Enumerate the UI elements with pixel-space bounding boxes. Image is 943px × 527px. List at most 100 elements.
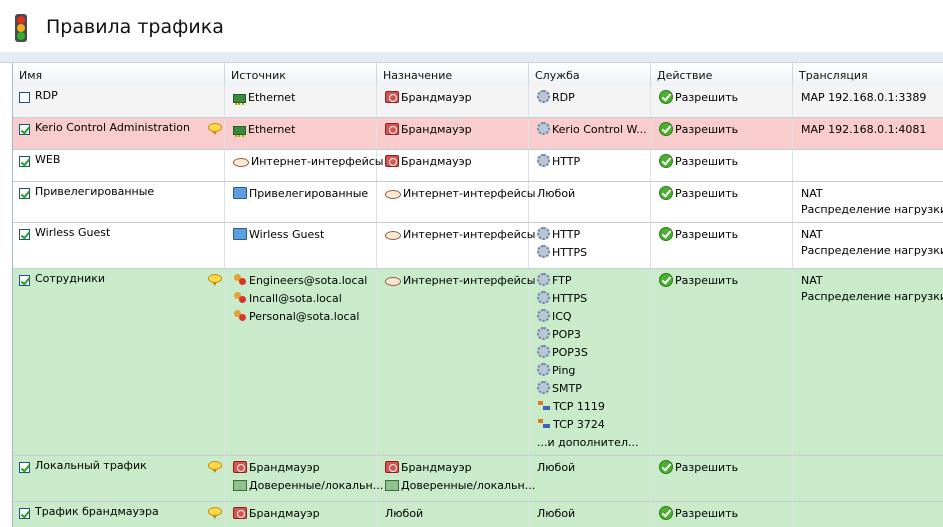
rule-translation-cell[interactable]: MAP 192.168.0.1:3389 (793, 86, 943, 117)
dest-item: Брандмауэр (385, 460, 472, 476)
rule-source-cell[interactable]: Брандмауэр Доверенные/локальн... (225, 456, 383, 501)
service-item: POP3S (537, 345, 588, 361)
table-row[interactable]: Трафик брандмауэра Брандмауэр Любой Любой Ра… (13, 502, 943, 527)
rule-enable-checkbox[interactable] (19, 188, 30, 199)
service-text: HTTPS (552, 246, 588, 259)
service-text: HTTP (552, 155, 581, 168)
rule-enable-checkbox[interactable] (19, 508, 30, 519)
rule-destination-cell[interactable]: Брандмауэр (377, 150, 529, 181)
user-group-icon (233, 291, 247, 304)
table-row[interactable]: WEB Интернет-интерфейсы Брандмауэр HTTP Разр… (13, 150, 943, 182)
column-header-service[interactable]: Служба (529, 63, 651, 86)
rule-translation-cell[interactable]: MAP 192.168.0.1:4081 (793, 118, 943, 149)
column-header-name[interactable]: Имя (13, 63, 225, 86)
rule-action-cell[interactable]: Разрешить (651, 150, 793, 181)
rule-enable-checkbox[interactable] (19, 156, 30, 167)
table-row[interactable]: Kerio Control Administration Ethernet Бран… (13, 118, 943, 150)
source-text: Wirless Guest (249, 228, 325, 241)
rule-service-cell[interactable]: FTP HTTPS ICQ POP3 POP3S Ping SMTP TCP 1119 TCP … (529, 269, 651, 455)
rule-translation-cell[interactable] (793, 150, 943, 181)
rule-action-cell[interactable]: Разрешить (651, 456, 793, 501)
rule-action-cell[interactable]: Разрешить (651, 502, 793, 527)
translation-line: MAP 192.168.0.1:4081 (801, 123, 927, 136)
rule-translation-cell[interactable]: NAT Распределение нагрузки... (793, 269, 943, 455)
rule-action-cell[interactable]: Разрешить (651, 223, 793, 268)
tcp-port-icon (537, 418, 551, 430)
firewall-icon (385, 91, 399, 103)
rule-destination-cell[interactable]: Интернет-интерфейсы (377, 223, 535, 268)
rule-service-cell[interactable]: RDP (529, 86, 651, 117)
translation-line: NAT (801, 274, 823, 287)
rule-destination-cell[interactable]: Любой (377, 502, 529, 527)
rule-translation-cell[interactable]: NAT Распределение нагрузки... (793, 223, 943, 268)
table-row[interactable]: RDP Ethernet Брандмауэр RDP Разрешить MAP 192… (13, 86, 943, 118)
service-item: ...и дополнител... (537, 435, 638, 451)
service-text: RDP (552, 91, 575, 104)
firewall-icon (385, 461, 399, 473)
dest-item: Интернет-интерфейсы (385, 186, 535, 202)
rule-service-cell[interactable]: Любой (529, 182, 651, 222)
allow-check-icon (659, 506, 673, 520)
column-header-destination[interactable]: Назначение (377, 63, 529, 86)
rule-source-cell[interactable]: Интернет-интерфейсы (225, 150, 383, 181)
rule-service-cell[interactable]: Любой (529, 456, 651, 501)
rule-action-cell[interactable]: Разрешить (651, 118, 793, 149)
rule-enable-checkbox[interactable] (19, 92, 30, 103)
rule-enable-checkbox[interactable] (19, 124, 30, 135)
rule-action-text: Разрешить (675, 461, 739, 474)
rule-enable-checkbox[interactable] (19, 462, 30, 473)
table-row[interactable]: Сотрудники Engineers@sota.local Incall@sot… (13, 269, 943, 456)
rule-service-cell[interactable]: HTTP (529, 150, 651, 181)
rule-translation-cell[interactable] (793, 502, 943, 527)
service-gear-icon (537, 327, 550, 340)
firewall-icon (385, 123, 399, 135)
dest-text: Интернет-интерфейсы (403, 228, 536, 241)
service-item: TCP 3724 (537, 417, 605, 433)
rule-service-cell[interactable]: HTTP HTTPS (529, 223, 651, 268)
allow-check-icon (659, 460, 673, 474)
trusted-local-icon (233, 480, 247, 491)
column-header-translation[interactable]: Трансляция (793, 63, 943, 86)
service-item: HTTPS (537, 291, 587, 307)
comment-icon[interactable] (208, 507, 222, 519)
table-row[interactable]: Wirless Guest Wirless Guest Интернет-интер… (13, 223, 943, 269)
rule-service-cell[interactable]: Любой (529, 502, 651, 527)
rule-destination-cell[interactable]: Интернет-интерфейсы (377, 269, 535, 455)
rule-service-cell[interactable]: Kerio Control W... (529, 118, 651, 149)
rule-translation-cell[interactable] (793, 456, 943, 501)
rule-source-cell[interactable]: Привелегированные (225, 182, 377, 222)
table-row[interactable]: Локальный трафик Брандмауэр Доверенные/лок… (13, 456, 943, 502)
rule-source-cell[interactable]: Ethernet (225, 86, 377, 117)
service-gear-icon (537, 345, 550, 358)
column-header-source[interactable]: Источник (225, 63, 377, 86)
source-item: Доверенные/локальн... (233, 478, 383, 494)
rule-action-cell[interactable]: Разрешить (651, 269, 793, 455)
comment-icon[interactable] (208, 123, 222, 135)
rule-action-cell[interactable]: Разрешить (651, 86, 793, 117)
service-text: SMTP (552, 382, 582, 395)
rule-destination-cell[interactable]: Брандмауэр (377, 86, 529, 117)
rule-source-cell[interactable]: Engineers@sota.local Incall@sota.local Per… (225, 269, 377, 455)
rule-action-text: Разрешить (675, 507, 739, 520)
rule-source-cell[interactable]: Ethernet (225, 118, 377, 149)
rule-destination-cell[interactable]: Интернет-интерфейсы (377, 182, 535, 222)
rule-destination-cell[interactable]: Брандмауэр (377, 118, 529, 149)
comment-icon[interactable] (208, 461, 222, 473)
rule-action: Разрешить (659, 227, 738, 243)
rule-destination-cell[interactable]: Брандмауэр Доверенные/локальн... (377, 456, 535, 501)
rule-source-cell[interactable]: Wirless Guest (225, 223, 377, 268)
comment-icon[interactable] (208, 274, 222, 286)
rule-action-cell[interactable]: Разрешить (651, 182, 793, 222)
rule-translation-cell[interactable]: NAT Распределение нагрузки... (793, 182, 943, 222)
table-row[interactable]: Привелегированные Привелегированные Интерн… (13, 182, 943, 223)
column-header-action[interactable]: Действие (651, 63, 793, 86)
rule-source-cell[interactable]: Брандмауэр (225, 502, 377, 527)
internet-interfaces-icon (233, 158, 249, 167)
rule-action: Разрешить (659, 273, 738, 289)
rule-name: Привелегированные (35, 185, 155, 198)
internet-interfaces-icon (385, 277, 401, 286)
rule-action-text: Разрешить (675, 228, 739, 241)
rule-enable-checkbox[interactable] (19, 229, 30, 240)
service-gear-icon (537, 245, 550, 258)
rule-enable-checkbox[interactable] (19, 275, 30, 286)
